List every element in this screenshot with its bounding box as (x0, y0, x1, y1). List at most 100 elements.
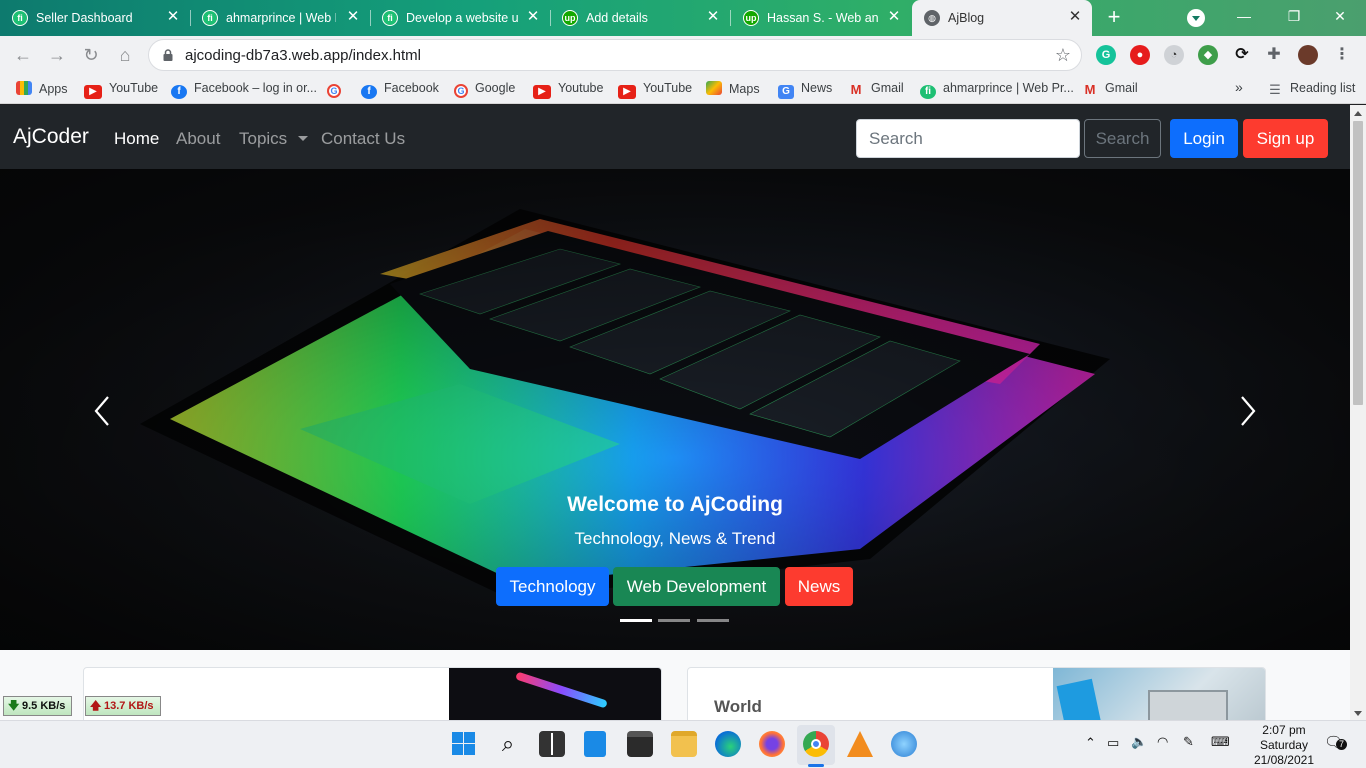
carousel-caption-title: Welcome to AjCoding (567, 493, 783, 516)
address-bar[interactable]: ajcoding-db7a3.web.app/index.html ☆ (148, 39, 1082, 71)
bookmark-gmail[interactable]: M Gmail (848, 81, 904, 97)
tab-title: AjBlog (948, 11, 985, 25)
news-button[interactable]: News (785, 567, 853, 606)
globe-icon: ◍ (924, 10, 940, 26)
bookmarks-overflow-chevron[interactable]: » (1235, 79, 1243, 95)
browser-tab[interactable]: up Hassan S. - Web and F ✕ (731, 0, 911, 36)
back-arrow-icon[interactable]: ← (10, 42, 36, 68)
browser-toolbar: ← → ↻ ⌂ ajcoding-db7a3.web.app/index.htm… (0, 36, 1366, 74)
carousel-indicator[interactable] (697, 619, 729, 622)
task-view-icon[interactable] (539, 731, 565, 757)
close-window-icon[interactable]: ✕ (1314, 0, 1366, 32)
firefox-icon[interactable] (759, 731, 785, 757)
nav-contact[interactable]: Contact Us (321, 129, 405, 149)
browser-tab[interactable]: fi Seller Dashboard ✕ (0, 0, 191, 36)
carousel-indicator[interactable] (658, 619, 690, 622)
bookmark-youtube[interactable]: ▶ Youtube (533, 81, 603, 99)
wifi-icon[interactable]: ◠ (1157, 734, 1168, 750)
browser-tab[interactable]: up Add details ✕ (550, 0, 731, 36)
keyboard-icon[interactable]: ⌨ (1211, 734, 1230, 750)
paint-icon[interactable] (891, 731, 917, 757)
home-icon[interactable]: ⌂ (112, 42, 138, 68)
widgets-icon[interactable] (584, 731, 606, 757)
speed-dial-icon[interactable]: ◔ (1164, 45, 1184, 65)
youtube-icon: ▶ (618, 85, 636, 99)
microsoft-store-icon[interactable] (627, 731, 653, 757)
forward-arrow-icon[interactable]: → (44, 42, 70, 68)
bookmark-youtube[interactable]: ▶ YouTube (84, 81, 158, 99)
adblock-icon[interactable]: ● (1130, 45, 1150, 65)
scrollbar-thumb[interactable] (1353, 121, 1363, 405)
tray-chevron-icon[interactable]: ⌃ (1085, 735, 1096, 751)
pen-icon[interactable]: ✎ (1183, 734, 1194, 750)
battery-icon[interactable]: ▭ (1107, 735, 1119, 751)
close-tab-icon[interactable]: ✕ (885, 8, 903, 26)
bookmark-news[interactable]: G News (778, 81, 832, 99)
nav-home[interactable]: Home (114, 129, 159, 149)
restore-icon[interactable]: ❐ (1268, 0, 1320, 32)
bookmarks-bar: Apps ▶ YouTube f Facebook – log in or... G… (0, 74, 1366, 104)
tab-title: Seller Dashboard (36, 11, 133, 25)
chrome-icon[interactable] (803, 731, 829, 757)
browser-tab-active[interactable]: ◍ AjBlog ✕ (912, 0, 1092, 36)
caret-down-icon (297, 136, 308, 141)
extensions-puzzle-icon[interactable]: ✚ (1264, 45, 1284, 65)
bookmark-maps[interactable]: Maps (706, 81, 760, 97)
bookmark-apps[interactable]: Apps (16, 81, 68, 97)
nav-about[interactable]: About (176, 129, 220, 149)
notification-icon[interactable]: 🗨 7 (1324, 733, 1347, 751)
article-card: World (687, 667, 1266, 720)
system-clock[interactable]: 2:07 pm Saturday 21/08/2021 (1254, 723, 1314, 768)
new-tab-button[interactable]: + (1100, 6, 1128, 30)
close-tab-icon[interactable]: ✕ (1066, 8, 1084, 26)
close-tab-icon[interactable]: ✕ (524, 8, 542, 26)
carousel-caption-subtitle: Technology, News & Trend (574, 529, 776, 548)
grammarly-icon[interactable]: G (1096, 45, 1116, 65)
bookmark-gmail[interactable]: M Gmail (1082, 81, 1138, 97)
download-arrow-icon: 🡇 (8, 700, 20, 712)
browser-tab[interactable]: fi ahmarprince | Web Pr ✕ (190, 0, 371, 36)
hero-carousel: Welcome to AjCoding Technology, News & T… (0, 169, 1350, 650)
bookmark-fiverr[interactable]: fi ahmarprince | Web Pr... (920, 81, 1074, 99)
bookmark-youtube[interactable]: ▶ YouTube (618, 81, 692, 99)
minimize-icon[interactable]: — (1218, 0, 1270, 32)
close-tab-icon[interactable]: ✕ (164, 8, 182, 26)
close-tab-icon[interactable]: ✕ (704, 8, 722, 26)
page-scrollbar[interactable] (1350, 105, 1366, 720)
bookmark-google[interactable]: G (327, 81, 348, 98)
technology-button[interactable]: Technology (496, 567, 609, 606)
login-button[interactable]: Login (1170, 119, 1238, 158)
carousel-prev-icon[interactable] (90, 391, 114, 431)
browser-tab[interactable]: fi Develop a website usi ✕ (370, 0, 551, 36)
vlc-icon[interactable] (847, 731, 873, 757)
bookmark-facebook-login[interactable]: f Facebook – log in or... (171, 81, 317, 99)
site-brand[interactable]: AjCoder (13, 125, 89, 149)
bookmark-star-icon[interactable]: ☆ (1055, 45, 1071, 66)
reading-list-button[interactable]: ☰ Reading list (1267, 81, 1355, 97)
file-explorer-icon[interactable] (671, 731, 697, 757)
reload-icon[interactable]: ↻ (78, 42, 104, 68)
site-search-button[interactable]: Search (1084, 119, 1161, 158)
site-search-input[interactable] (856, 119, 1080, 158)
bookmark-google[interactable]: G Google (454, 81, 515, 98)
search-icon[interactable]: ⌕ (495, 731, 521, 757)
menu-kebab-icon[interactable]: ⋮ (1332, 45, 1352, 65)
close-tab-icon[interactable]: ✕ (344, 8, 362, 26)
carousel-next-icon[interactable] (1236, 391, 1260, 431)
tab-search-icon[interactable] (1187, 9, 1205, 27)
nav-topics[interactable]: Topics (239, 129, 308, 149)
extension-globe-icon[interactable]: ◆ (1198, 45, 1218, 65)
lock-icon[interactable] (163, 49, 173, 61)
youtube-icon: ▶ (84, 85, 102, 99)
signup-button[interactable]: Sign up (1243, 119, 1328, 158)
volume-icon[interactable]: 🔈 (1131, 734, 1147, 750)
bookmark-facebook[interactable]: f Facebook (361, 81, 439, 99)
edge-icon[interactable] (715, 731, 741, 757)
card-image (1053, 668, 1265, 720)
start-windows-icon[interactable] (451, 731, 477, 757)
carousel-indicator[interactable] (620, 619, 652, 622)
profile-avatar[interactable] (1298, 45, 1318, 65)
upload-speed-meter: 🡅 13.7 KB/s (85, 696, 161, 716)
sync-icon[interactable]: ⟳ (1232, 45, 1252, 65)
web-development-button[interactable]: Web Development (613, 567, 780, 606)
